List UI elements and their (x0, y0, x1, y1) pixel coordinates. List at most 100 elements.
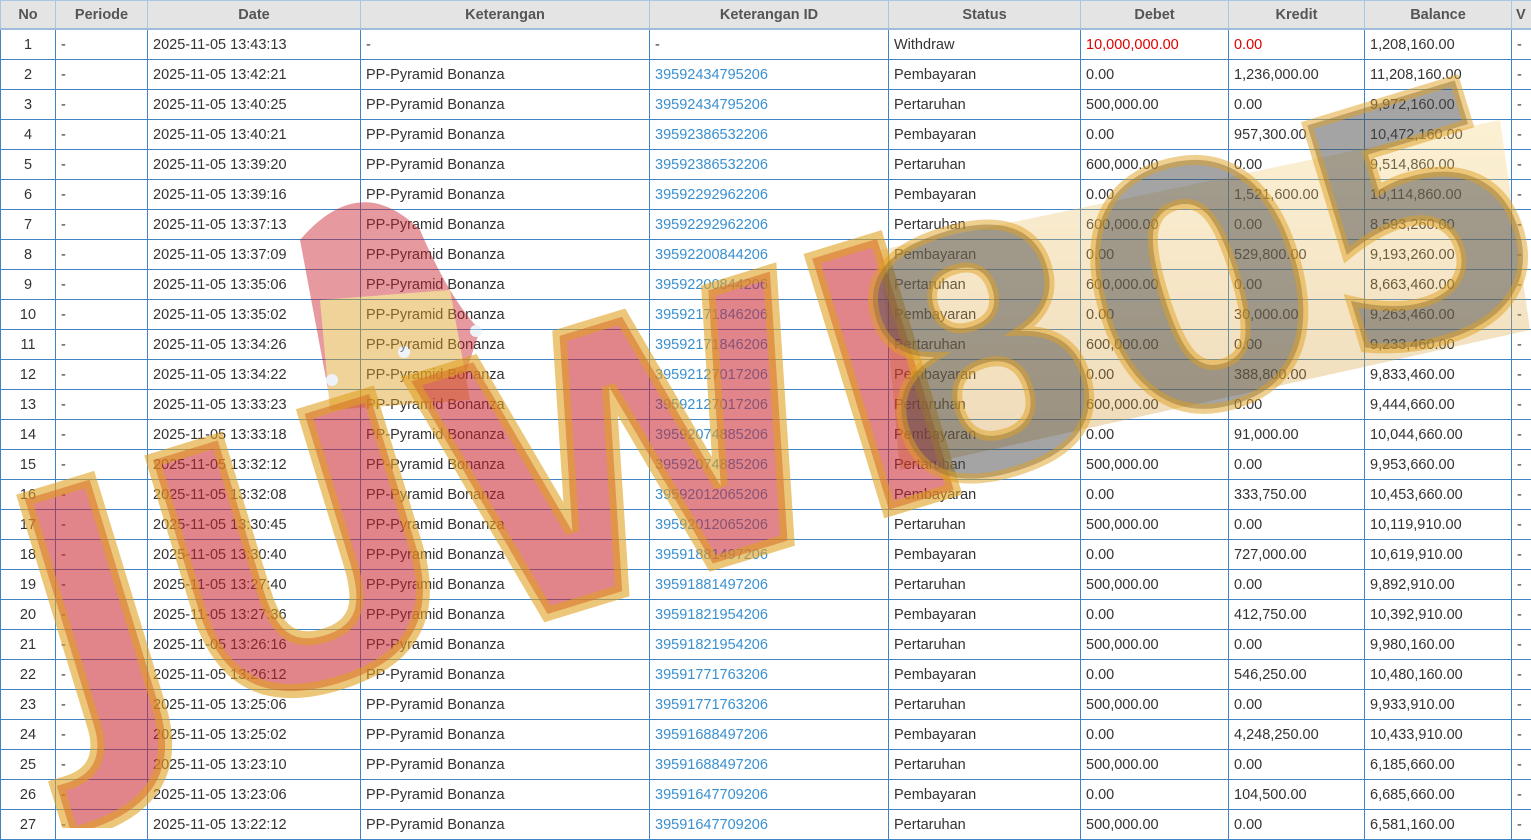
cell-keterangan-id[interactable]: 39592200844206 (650, 240, 889, 270)
column-header-status[interactable]: Status (889, 1, 1081, 30)
cell-keterangan: PP-Pyramid Bonanza (361, 660, 650, 690)
cell-keterangan: PP-Pyramid Bonanza (361, 450, 650, 480)
cell-date: 2025-11-05 13:40:21 (148, 120, 361, 150)
table-row: 6-2025-11-05 13:39:16PP-Pyramid Bonanza3… (1, 180, 1531, 210)
cell-periode: - (56, 90, 148, 120)
cell-v: - (1512, 270, 1531, 300)
cell-keterangan-id[interactable]: 39592434795206 (650, 90, 889, 120)
cell-status: Pembayaran (889, 480, 1081, 510)
cell-keterangan: PP-Pyramid Bonanza (361, 180, 650, 210)
cell-periode: - (56, 600, 148, 630)
column-header-debet[interactable]: Debet (1081, 1, 1229, 30)
cell-v: - (1512, 570, 1531, 600)
cell-periode: - (56, 270, 148, 300)
cell-keterangan-id[interactable]: 39592434795206 (650, 60, 889, 90)
cell-keterangan-id[interactable]: 39591771763206 (650, 660, 889, 690)
cell-keterangan-id[interactable]: 39592171846206 (650, 300, 889, 330)
cell-keterangan-id[interactable]: 39591881497206 (650, 570, 889, 600)
cell-debet: 0.00 (1081, 240, 1229, 270)
cell-keterangan-id[interactable]: 39591821954206 (650, 630, 889, 660)
column-header-date[interactable]: Date (148, 1, 361, 30)
cell-kredit: 104,500.00 (1229, 780, 1365, 810)
cell-periode: - (56, 60, 148, 90)
cell-status: Pertaruhan (889, 210, 1081, 240)
cell-kredit: 333,750.00 (1229, 480, 1365, 510)
cell-status: Pembayaran (889, 360, 1081, 390)
cell-no: 25 (1, 750, 56, 780)
cell-debet: 500,000.00 (1081, 570, 1229, 600)
cell-balance: 10,480,160.00 (1365, 660, 1512, 690)
cell-debet: 0.00 (1081, 540, 1229, 570)
cell-debet: 0.00 (1081, 300, 1229, 330)
cell-keterangan-id[interactable]: 39591688497206 (650, 750, 889, 780)
cell-date: 2025-11-05 13:25:06 (148, 690, 361, 720)
cell-debet: 10,000,000.00 (1081, 29, 1229, 60)
cell-keterangan-id[interactable]: 39592012065206 (650, 480, 889, 510)
cell-debet: 500,000.00 (1081, 810, 1229, 840)
cell-date: 2025-11-05 13:30:40 (148, 540, 361, 570)
cell-date: 2025-11-05 13:23:10 (148, 750, 361, 780)
cell-keterangan-id[interactable]: 39592292962206 (650, 210, 889, 240)
cell-keterangan: PP-Pyramid Bonanza (361, 240, 650, 270)
cell-keterangan: PP-Pyramid Bonanza (361, 60, 650, 90)
table-header-row: No Periode Date Keterangan Keterangan ID… (1, 1, 1531, 30)
cell-no: 13 (1, 390, 56, 420)
cell-v: - (1512, 29, 1531, 60)
cell-keterangan-id[interactable]: 39592386532206 (650, 150, 889, 180)
table-row: 12-2025-11-05 13:34:22PP-Pyramid Bonanza… (1, 360, 1531, 390)
column-header-no[interactable]: No (1, 1, 56, 30)
cell-keterangan: PP-Pyramid Bonanza (361, 300, 650, 330)
cell-date: 2025-11-05 13:37:09 (148, 240, 361, 270)
cell-keterangan-id[interactable]: 39592074885206 (650, 420, 889, 450)
cell-keterangan-id[interactable]: 39592127017206 (650, 360, 889, 390)
cell-debet: 500,000.00 (1081, 450, 1229, 480)
cell-keterangan: PP-Pyramid Bonanza (361, 270, 650, 300)
cell-keterangan-id[interactable]: 39591647709206 (650, 810, 889, 840)
cell-keterangan-id[interactable]: 39591881497206 (650, 540, 889, 570)
cell-debet: 0.00 (1081, 720, 1229, 750)
cell-no: 18 (1, 540, 56, 570)
cell-keterangan-id[interactable]: 39592074885206 (650, 450, 889, 480)
cell-periode: - (56, 450, 148, 480)
cell-no: 14 (1, 420, 56, 450)
cell-status: Pembayaran (889, 720, 1081, 750)
cell-periode: - (56, 480, 148, 510)
transaction-table: No Periode Date Keterangan Keterangan ID… (0, 0, 1531, 840)
cell-balance: 9,933,910.00 (1365, 690, 1512, 720)
cell-date: 2025-11-05 13:39:16 (148, 180, 361, 210)
cell-balance: 6,685,660.00 (1365, 780, 1512, 810)
cell-keterangan-id[interactable]: 39592386532206 (650, 120, 889, 150)
cell-periode: - (56, 120, 148, 150)
column-header-v[interactable]: V (1512, 1, 1531, 30)
cell-v: - (1512, 210, 1531, 240)
cell-v: - (1512, 810, 1531, 840)
table-row: 22-2025-11-05 13:26:12PP-Pyramid Bonanza… (1, 660, 1531, 690)
column-header-keterangan[interactable]: Keterangan (361, 1, 650, 30)
cell-keterangan-id[interactable]: 39592200844206 (650, 270, 889, 300)
cell-keterangan: PP-Pyramid Bonanza (361, 690, 650, 720)
cell-periode: - (56, 630, 148, 660)
cell-keterangan-id[interactable]: 39592171846206 (650, 330, 889, 360)
cell-balance: 10,433,910.00 (1365, 720, 1512, 750)
cell-keterangan-id[interactable]: 39591647709206 (650, 780, 889, 810)
cell-balance: 9,892,910.00 (1365, 570, 1512, 600)
column-header-balance[interactable]: Balance (1365, 1, 1512, 30)
cell-keterangan-id[interactable]: 39591821954206 (650, 600, 889, 630)
column-header-periode[interactable]: Periode (56, 1, 148, 30)
cell-periode: - (56, 660, 148, 690)
cell-balance: 9,263,460.00 (1365, 300, 1512, 330)
cell-keterangan: PP-Pyramid Bonanza (361, 720, 650, 750)
cell-date: 2025-11-05 13:40:25 (148, 90, 361, 120)
cell-status: Pertaruhan (889, 270, 1081, 300)
cell-keterangan-id[interactable]: 39592292962206 (650, 180, 889, 210)
cell-keterangan-id[interactable]: 39592127017206 (650, 390, 889, 420)
cell-kredit: 0.00 (1229, 690, 1365, 720)
column-header-keterangan-id[interactable]: Keterangan ID (650, 1, 889, 30)
column-header-kredit[interactable]: Kredit (1229, 1, 1365, 30)
cell-keterangan-id[interactable]: 39592012065206 (650, 510, 889, 540)
cell-kredit: 0.00 (1229, 90, 1365, 120)
cell-keterangan: PP-Pyramid Bonanza (361, 120, 650, 150)
cell-v: - (1512, 120, 1531, 150)
cell-keterangan-id[interactable]: 39591771763206 (650, 690, 889, 720)
cell-keterangan-id[interactable]: 39591688497206 (650, 720, 889, 750)
